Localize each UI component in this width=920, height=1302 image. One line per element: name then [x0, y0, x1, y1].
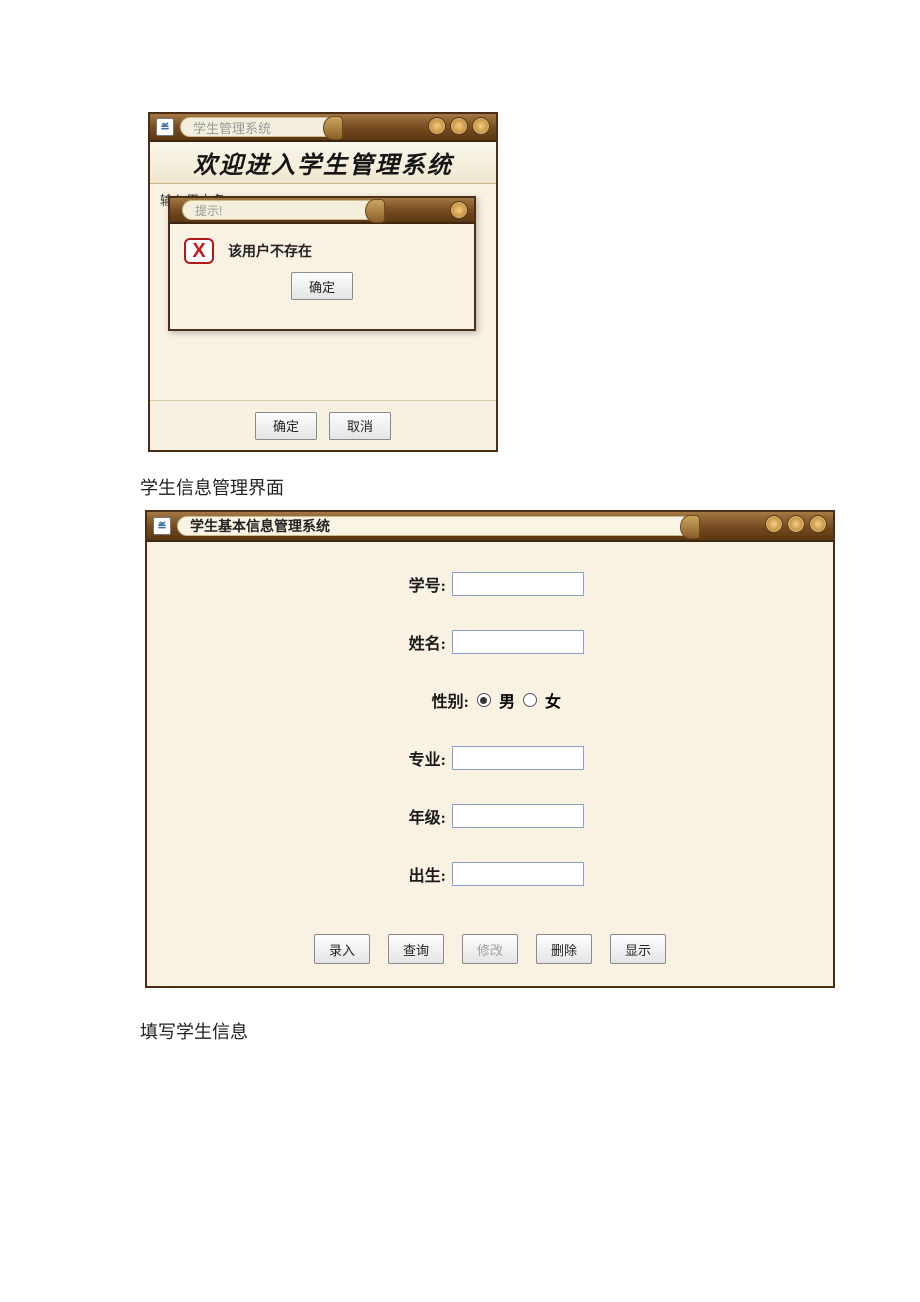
student-titlebar[interactable]: ≝ 学生基本信息管理系统	[147, 512, 833, 542]
login-title: 学生管理系统	[180, 117, 340, 137]
student-form: 学号: 姓名: 性别: 男 女 专业: 年级:	[147, 542, 833, 986]
login-ok-button[interactable]: 确定	[255, 412, 317, 440]
input-name[interactable]	[452, 630, 584, 654]
add-button[interactable]: 录入	[314, 934, 370, 964]
dialog-message: 该用户不存在	[228, 241, 312, 261]
modify-button[interactable]: 修改	[462, 934, 518, 964]
close-icon[interactable]	[472, 117, 490, 135]
minimize-icon[interactable]	[765, 515, 783, 533]
dialog-ok-button[interactable]: 确定	[291, 272, 353, 300]
maximize-icon[interactable]	[787, 515, 805, 533]
row-name: 姓名:	[396, 630, 584, 654]
label-gender: 性别:	[419, 688, 469, 712]
query-button[interactable]: 查询	[388, 934, 444, 964]
minimize-icon[interactable]	[428, 117, 446, 135]
radio-male-label: 男	[499, 688, 515, 712]
label-grade: 年级:	[396, 804, 446, 828]
close-icon[interactable]	[450, 201, 468, 219]
input-major[interactable]	[452, 746, 584, 770]
label-major: 专业:	[396, 746, 446, 770]
window-controls	[765, 515, 827, 533]
row-gender: 性别: 男 女	[419, 688, 561, 712]
window-controls	[428, 117, 490, 135]
login-titlebar[interactable]: ≝ 学生管理系统	[150, 114, 496, 142]
radio-female-label: 女	[545, 688, 561, 712]
radio-female[interactable]	[523, 693, 537, 707]
row-birth: 出生:	[396, 862, 584, 886]
error-icon: X	[184, 238, 214, 264]
dialog-footer: 确定	[170, 272, 474, 310]
caption-student-ui: 学生信息管理界面	[140, 474, 284, 500]
dialog-title: 提示!	[182, 200, 382, 220]
welcome-banner: 欢迎进入学生管理系统	[150, 142, 496, 184]
label-birth: 出生:	[396, 862, 446, 886]
label-student-id: 学号:	[396, 572, 446, 596]
dialog-body: X 该用户不存在	[170, 224, 474, 272]
input-student-id[interactable]	[452, 572, 584, 596]
java-icon: ≝	[156, 118, 174, 136]
row-major: 专业:	[396, 746, 584, 770]
dialog-titlebar[interactable]: 提示!	[170, 198, 474, 224]
java-icon: ≝	[153, 517, 171, 535]
caption-fill-info: 填写学生信息	[140, 1018, 248, 1044]
row-grade: 年级:	[396, 804, 584, 828]
student-info-window: ≝ 学生基本信息管理系统 学号: 姓名: 性别: 男 女	[145, 510, 835, 988]
dialog-window-controls	[450, 201, 468, 219]
radio-male[interactable]	[477, 693, 491, 707]
input-birth[interactable]	[452, 862, 584, 886]
login-footer: 确定 取消	[150, 400, 496, 450]
student-window-title: 学生基本信息管理系统	[177, 516, 697, 536]
close-icon[interactable]	[809, 515, 827, 533]
show-button[interactable]: 显示	[610, 934, 666, 964]
login-cancel-button[interactable]: 取消	[329, 412, 391, 440]
form-button-row: 录入 查询 修改 删除 显示	[157, 934, 823, 964]
alert-dialog: 提示! X 该用户不存在 确定	[168, 196, 476, 331]
row-student-id: 学号:	[396, 572, 584, 596]
maximize-icon[interactable]	[450, 117, 468, 135]
label-name: 姓名:	[396, 630, 446, 654]
input-grade[interactable]	[452, 804, 584, 828]
delete-button[interactable]: 删除	[536, 934, 592, 964]
